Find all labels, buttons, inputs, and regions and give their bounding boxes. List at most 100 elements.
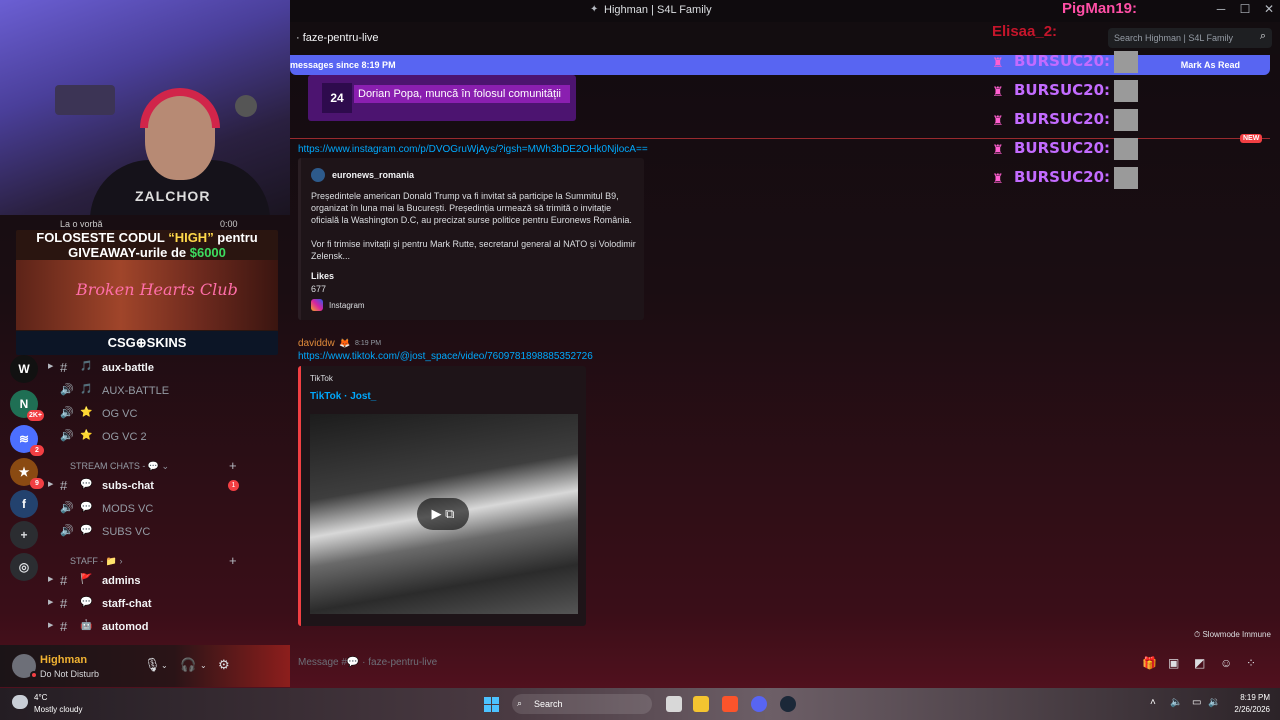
channel-name: automod [102,621,149,633]
temperature[interactable]: 4°C [34,693,47,702]
category-staff[interactable]: STAFF - 📁 › [70,556,270,567]
play-icon[interactable]: ▶ ⧉ [417,498,469,530]
alert-text: BURSUC20: [1014,81,1111,99]
discord-icon[interactable] [751,696,767,712]
promo-text-2: pentru [213,230,258,245]
username[interactable]: Highman [40,654,87,666]
explore-icon[interactable]: ◎ [10,553,38,581]
news-embed-image[interactable]: 24 Dorian Popa, muncă în folosul comunit… [308,75,576,121]
channel-emoji: 🚩 [80,574,93,585]
mark-as-read-button[interactable]: Mark As Read [1181,60,1240,70]
steam-icon[interactable] [780,696,796,712]
add-server-icon[interactable]: + [10,521,38,549]
close-button[interactable]: ✕ [1257,2,1280,20]
channel-staff-chat[interactable]: ▶ # 💬 staff-chat [46,593,290,615]
voice-channel-icon: 🔊 [60,407,74,419]
voice-channel-icon: 🔊 [60,525,74,537]
promo-amount: $6000 [189,245,226,260]
microphone-icon[interactable]: 🎙 [144,657,161,673]
now-playing-time: 0:00 [220,219,238,229]
gif-icon[interactable]: ▣ [1168,656,1179,670]
channel-automod[interactable]: ▶ # 🤖 automod [46,616,290,638]
speaker-icon[interactable]: 🔉 [1208,697,1220,708]
message-input[interactable]: Message #💬 · faze-pentru-live [298,657,437,668]
instagram-link[interactable]: https://www.instagram.com/p/DVOGruWjAys/… [298,144,648,155]
voice-og-vc[interactable]: 🔊 ⭐ OG VC [46,403,290,425]
alert-image [1114,80,1138,102]
server-icon[interactable]: f [10,490,38,518]
headphones-icon[interactable]: 🎧 [180,657,196,673]
add-channel-icon[interactable]: + [229,553,237,568]
gear-icon[interactable]: ⚙ [218,657,230,673]
channel-admins[interactable]: ▶ # 🚩 admins [46,570,290,592]
emoji-icon[interactable]: ☺ [1220,656,1232,670]
search-icon: ⌕ [1259,30,1266,42]
server-icon[interactable]: N 2K+ [10,390,44,421]
channel-emoji: 💬 [80,479,93,490]
ghost-icon: ♜ [992,55,1004,70]
add-channel-icon[interactable]: + [229,458,237,473]
voice-aux-battle[interactable]: 🔊 🎵 AUX-BATTLE [46,380,290,402]
chevron-up-icon[interactable]: ˄ [1150,697,1156,708]
ghost-icon: ♜ [992,142,1004,157]
text-channel-icon: # [60,596,68,611]
embed-author[interactable]: euronews_romania [332,170,414,180]
channel-emoji: 💬 [80,502,93,513]
message-composer[interactable]: + Message #💬 · faze-pentru-live 🎁 ▣ ◩ ☺ … [258,648,1278,678]
promo-club-logo: Broken Hearts Club [76,280,238,299]
taskbar-date[interactable]: 2/26/2026 [1222,705,1270,714]
server-icon[interactable]: W [10,355,38,383]
likes-count: 677 [311,284,327,294]
minimize-button[interactable]: ─ [1209,2,1233,20]
video-thumbnail[interactable]: ▶ ⧉ [310,414,578,614]
channel-emoji: 🤖 [80,620,93,631]
embed-title[interactable]: TikTok · Jost_ [310,391,376,402]
channel-name: admins [102,575,141,587]
window-title: Highman | S4L Family [604,4,712,16]
channel-emoji: ⭐ [80,407,93,418]
monitor-icon[interactable]: ▭ [1192,697,1201,708]
sticker-icon[interactable]: ◩ [1194,656,1205,670]
shirt-text: ZALCHOR [135,188,211,204]
task-view-icon[interactable] [666,696,682,712]
taskbar-time[interactable]: 8:19 PM [1228,693,1270,702]
alert-text: BURSUC20: [1014,52,1111,70]
server-icon[interactable]: ★ 9 [10,458,44,489]
brave-browser-icon[interactable] [722,696,738,712]
chevron-down-icon[interactable]: ⌄ [200,661,207,670]
server-icon[interactable]: ≋ 2 [10,425,44,456]
windows-start-icon[interactable] [484,697,499,712]
likes-label: Likes [311,271,335,281]
taskbar-search[interactable]: Search [512,694,652,714]
promo-text-1: FOLOSESTE CODUL [36,230,169,245]
cloud-icon[interactable] [12,695,28,709]
caret-icon: ▶ [48,576,54,583]
unread-badge: 2K+ [26,410,44,421]
channel-aux-battle[interactable]: ▶ # 🎵 aux-battle [46,357,290,379]
taskbar: 4°C Mostly cloudy ⌕ Search ˄ 🔈 ▭ 🔉 8:19 … [0,688,1280,720]
voice-og-vc-2[interactable]: 🔊 ⭐ OG VC 2 [46,426,290,448]
text-channel-icon: # [60,478,68,493]
voice-mods-vc[interactable]: 🔊 💬 MODS VC [46,498,290,520]
voice-subs-vc[interactable]: 🔊 💬 SUBS VC [46,521,290,543]
embed-description-p1: Președintele american Donald Trump va fi… [311,191,632,225]
maximize-button[interactable]: ☐ [1233,2,1257,20]
channel-title: faze-pentru-live [302,32,379,44]
message-author[interactable]: daviddw [298,338,335,349]
gift-icon[interactable]: 🎁 [1142,656,1157,670]
category-stream-chats[interactable]: STREAM CHATS - 💬 ⌄ [70,461,270,472]
user-panel: Highman Do Not Disturb 🎙 ⌄ 🎧 ⌄ ⚙ [0,645,290,687]
file-explorer-icon[interactable] [693,696,709,712]
volume-icon[interactable]: 🔈 [1170,697,1182,708]
alert-text: BURSUC20: [1014,139,1111,157]
channel-name: OG VC 2 [102,431,147,443]
slowmode-label: Slowmode Immune [1202,630,1271,639]
digi24-logo: 24 [322,83,352,113]
apps-icon[interactable]: ⁘ [1246,656,1256,670]
search-input[interactable]: Search Highman | S4L Family ⌕ [1108,28,1272,48]
channel-subs-chat[interactable]: ▶ # 💬 subs-chat 1 [46,475,290,497]
tiktok-link[interactable]: https://www.tiktok.com/@jost_space/video… [298,351,593,362]
message-timestamp: 8:19 PM [355,340,382,347]
weather-text[interactable]: Mostly cloudy [34,705,82,714]
chevron-down-icon[interactable]: ⌄ [161,661,168,670]
